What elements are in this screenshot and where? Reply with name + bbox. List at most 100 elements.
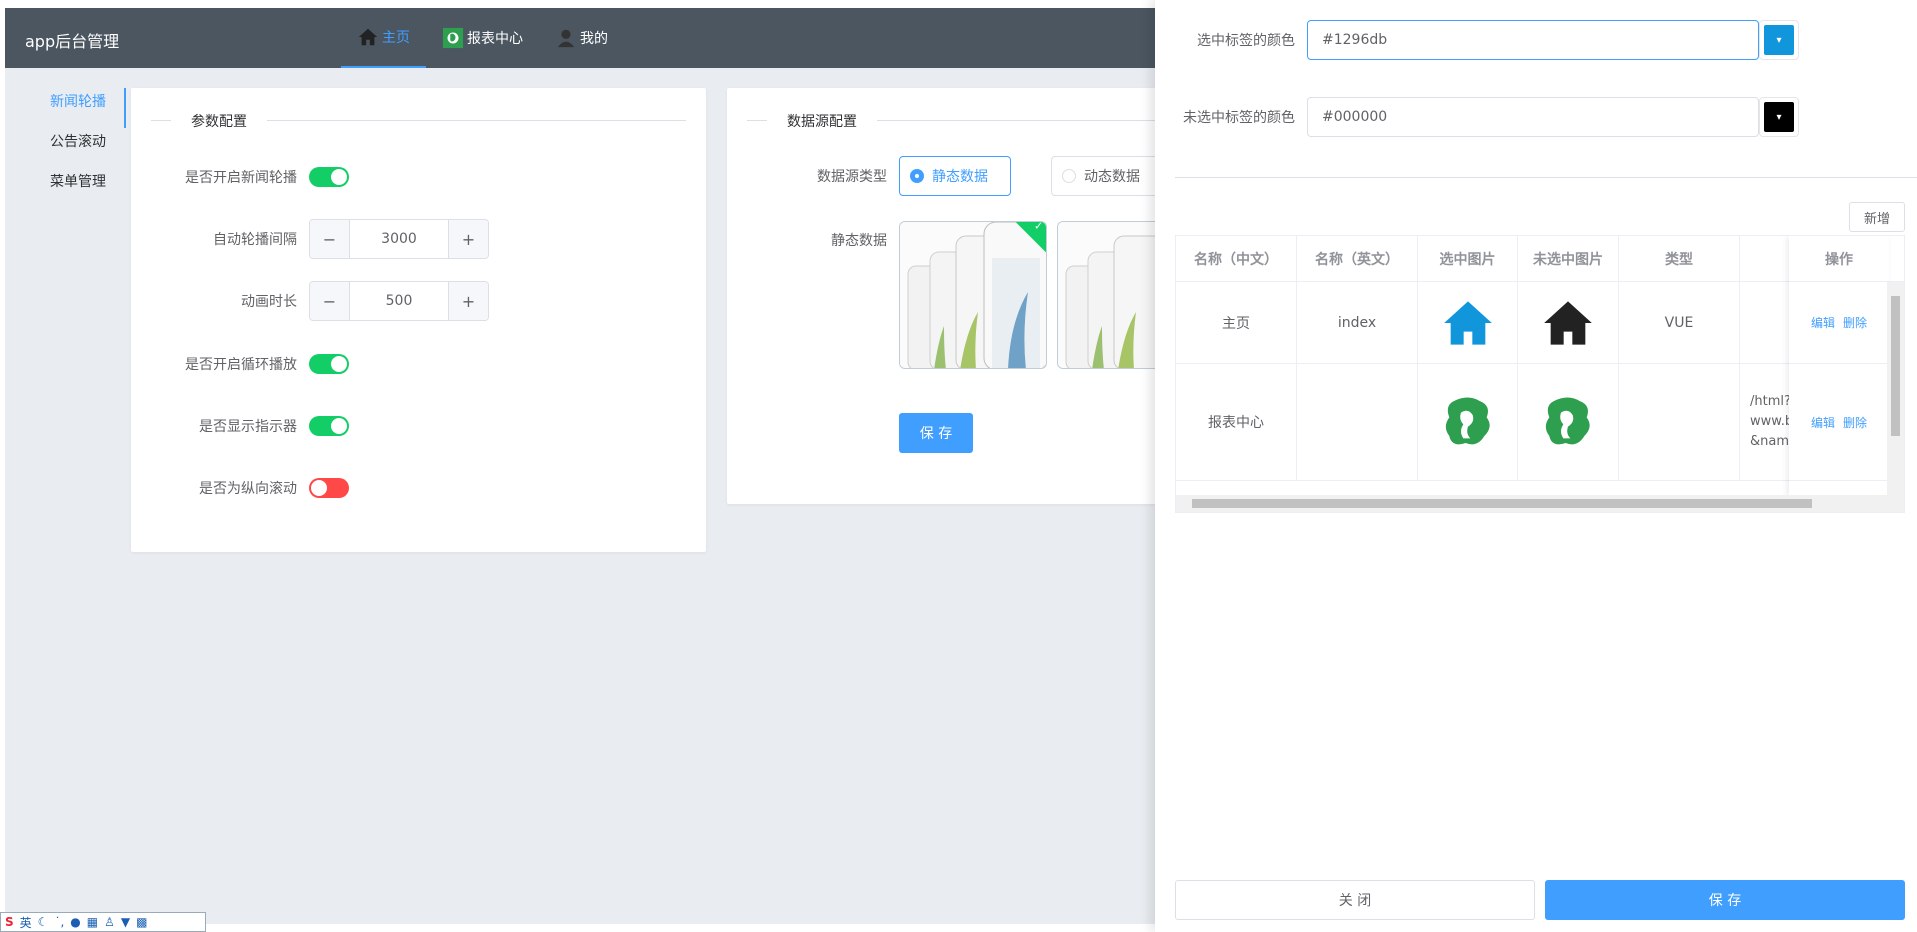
selected-color-input[interactable]: #1296db (1307, 20, 1759, 60)
indicator-label: 是否显示指示器 (199, 419, 297, 435)
params-divider: 参数配置 (151, 111, 686, 131)
params-card: 参数配置 是否开启新闻轮播 自动轮播间隔 − 3000 + 动画时长 − 500… (131, 88, 706, 552)
scrollbar-thumb[interactable] (1192, 499, 1812, 508)
cell-type: VUE (1619, 282, 1740, 363)
interval-decrease-button[interactable]: − (310, 220, 350, 258)
interval-label: 自动轮播间隔 (213, 232, 297, 248)
enable-carousel-label: 是否开启新闻轮播 (185, 170, 297, 186)
radio-dynamic-label: 动态数据 (1084, 169, 1140, 185)
vertical-switch[interactable] (309, 478, 349, 498)
selected-color-picker[interactable]: ▾ (1759, 20, 1799, 60)
interval-stepper: − 3000 + (309, 219, 489, 259)
vertical-row: 是否为纵向滚动 (131, 478, 349, 498)
datasource-card: 数据源配置 数据源类型 静态数据 动态数据 静态数据 ✓ 保 存 (727, 88, 1227, 504)
delete-link[interactable]: 删除 (1843, 414, 1867, 431)
vertical-label: 是否为纵向滚动 (199, 481, 297, 497)
header-type: 类型 (1619, 236, 1740, 281)
tab-config-drawer: 选中标签的颜色 #1296db ▾ 未选中标签的颜色 #000000 ▾ 新增 … (1155, 0, 1917, 932)
duration-input[interactable]: 500 (350, 282, 448, 320)
cell-unselected-image (1518, 282, 1619, 363)
nav-item-report[interactable]: 报表中心 (426, 8, 539, 68)
app-title: app后台管理 (25, 32, 120, 51)
radio-dynamic-data[interactable]: 动态数据 (1051, 156, 1163, 196)
params-title: 参数配置 (171, 111, 267, 131)
cell-unselected-image (1518, 364, 1619, 480)
close-button[interactable]: 关 闭 (1175, 880, 1535, 920)
punctuation-icon[interactable]: ˙, (54, 915, 64, 929)
cell-name-cn: 主页 (1176, 282, 1297, 363)
home-icon (358, 28, 378, 46)
radio-dynamic-dot (1062, 169, 1076, 183)
drawer-save-button[interactable]: 保 存 (1545, 880, 1905, 920)
unselected-color-picker[interactable]: ▾ (1759, 97, 1799, 137)
indicator-switch[interactable] (309, 416, 349, 436)
datasource-divider: 数据源配置 (747, 111, 1207, 131)
unselected-color-input[interactable]: #000000 (1307, 97, 1759, 137)
scrollbar-thumb[interactable] (1891, 296, 1900, 436)
grid-icon[interactable]: ▩ (136, 915, 147, 929)
interval-increase-button[interactable]: + (448, 220, 488, 258)
operation-column: 操作 编辑 删除 编辑 删除 (1789, 236, 1889, 497)
cell-name-en: index (1297, 282, 1418, 363)
table-vertical-scrollbar[interactable] (1887, 282, 1904, 497)
header-name-en: 名称（英文） (1297, 236, 1418, 281)
sidebar-item-news-carousel[interactable]: 新闻轮播 (33, 88, 126, 128)
chevron-down-icon: ▾ (1764, 25, 1794, 55)
sidebar-menu: 新闻轮播 公告滚动 菜单管理 (33, 88, 126, 208)
header-selected-image: 选中图片 (1418, 236, 1518, 281)
row-actions: 编辑 删除 (1789, 364, 1889, 481)
sidebar-item-notice-scroll[interactable]: 公告滚动 (33, 128, 126, 168)
duration-label: 动画时长 (241, 294, 297, 310)
interval-row: 自动轮播间隔 − 3000 + (131, 219, 489, 259)
duration-increase-button[interactable]: + (448, 282, 488, 320)
enable-carousel-switch[interactable] (309, 167, 349, 187)
image-tile-1[interactable]: ✓ (899, 221, 1047, 369)
datasource-type-row: 数据源类型 静态数据 动态数据 (727, 156, 1163, 196)
interval-input[interactable]: 3000 (350, 220, 448, 258)
nav-label-mine: 我的 (580, 31, 608, 47)
loop-label: 是否开启循环播放 (185, 357, 297, 373)
loop-switch[interactable] (309, 354, 349, 374)
sidebar-item-menu-management[interactable]: 菜单管理 (33, 168, 126, 208)
cell-name-cn: 报表中心 (1176, 364, 1297, 480)
nav-item-home[interactable]: 主页 (341, 8, 426, 68)
duration-row: 动画时长 − 500 + (131, 281, 489, 321)
radio-static-dot (910, 169, 924, 183)
duration-stepper: − 500 + (309, 281, 489, 321)
report-icon (442, 27, 464, 49)
sogou-logo-icon: S (5, 915, 14, 929)
add-tab-button[interactable]: 新增 (1849, 202, 1905, 232)
delete-link[interactable]: 删除 (1843, 314, 1867, 331)
skin-icon[interactable]: ♙ (104, 915, 115, 929)
edit-link[interactable]: 编辑 (1811, 414, 1835, 431)
row-actions: 编辑 删除 (1789, 282, 1889, 364)
cell-name-en (1297, 364, 1418, 480)
shirt-icon[interactable]: ▼ (121, 915, 130, 929)
chevron-down-icon: ▾ (1764, 102, 1794, 132)
report-icon (1545, 397, 1590, 445)
static-data-label: 静态数据 (831, 233, 887, 249)
cell-selected-image (1418, 282, 1518, 363)
ime-toolbar: S 英 ☾ ˙, ● ▦ ♙ ▼ ▩ (0, 912, 206, 932)
unselected-color-row: 未选中标签的颜色 #000000 ▾ (1155, 97, 1799, 137)
header-unselected-image: 未选中图片 (1518, 236, 1619, 281)
edit-link[interactable]: 编辑 (1811, 314, 1835, 331)
keyboard-icon[interactable]: ▦ (87, 915, 98, 929)
unselected-color-label: 未选中标签的颜色 (1183, 110, 1295, 126)
radio-static-data[interactable]: 静态数据 (899, 156, 1011, 196)
datasource-save-button[interactable]: 保 存 (899, 413, 973, 453)
datasource-type-label: 数据源类型 (817, 169, 887, 185)
home-icon (1443, 300, 1492, 345)
duration-decrease-button[interactable]: − (310, 282, 350, 320)
table-horizontal-scrollbar[interactable] (1176, 495, 1904, 512)
ime-lang-label[interactable]: 英 (20, 914, 32, 931)
moon-icon[interactable]: ☾ (38, 915, 49, 929)
nav-label-report: 报表中心 (467, 31, 523, 47)
selected-color-row: 选中标签的颜色 #1296db ▾ (1155, 20, 1799, 60)
nav-label-home: 主页 (382, 30, 410, 46)
nav-item-mine[interactable]: 我的 (539, 8, 624, 68)
drawer-divider (1175, 177, 1917, 178)
cell-selected-image (1418, 364, 1518, 480)
home-icon (1544, 300, 1592, 345)
mic-icon[interactable]: ● (70, 915, 80, 929)
